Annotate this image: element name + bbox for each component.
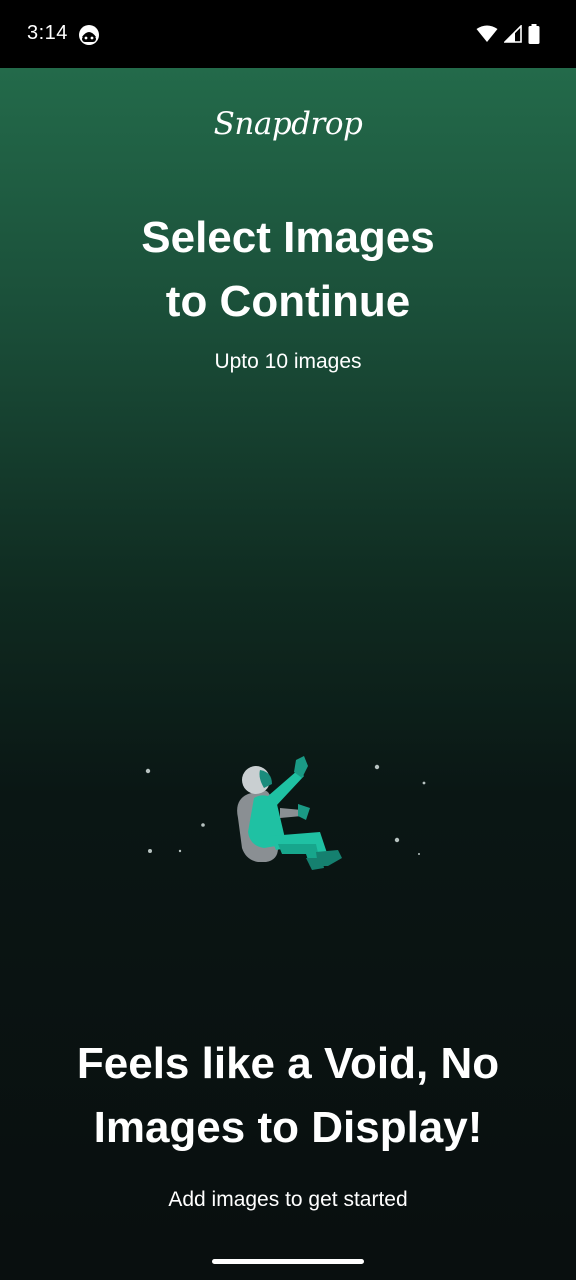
page-title-line-2: to Continue (165, 277, 411, 326)
empty-state-title: Feels like a Void, No Images to Display! (40, 1032, 536, 1160)
cellular-signal-icon (504, 25, 522, 43)
page-title-line-1: Select Images (141, 213, 435, 262)
floating-astronaut-illustration (145, 756, 426, 870)
battery-icon (528, 24, 540, 44)
status-bar: 3:14 (0, 0, 576, 68)
empty-state-title-line-1: Feels like a Void, No (76, 1039, 500, 1088)
empty-state-title-line-2: Images to Display! (93, 1103, 483, 1152)
app-logo: Snapdrop (213, 106, 363, 142)
page-title: Select Images to Continue (60, 206, 516, 334)
navigation-bar (0, 1244, 576, 1280)
status-indicators (476, 24, 540, 44)
astronaut-figure (237, 756, 342, 870)
page-subtitle: Upto 10 images (214, 350, 362, 373)
home-gesture-bar[interactable] (212, 1259, 364, 1264)
android-face-icon (79, 25, 99, 45)
empty-state-subtitle: Add images to get started (168, 1188, 408, 1211)
wifi-icon (476, 25, 498, 42)
main-screen: Snapdrop Select Images to Continue Upto … (0, 68, 576, 1244)
status-time: 3:14 (27, 22, 68, 44)
